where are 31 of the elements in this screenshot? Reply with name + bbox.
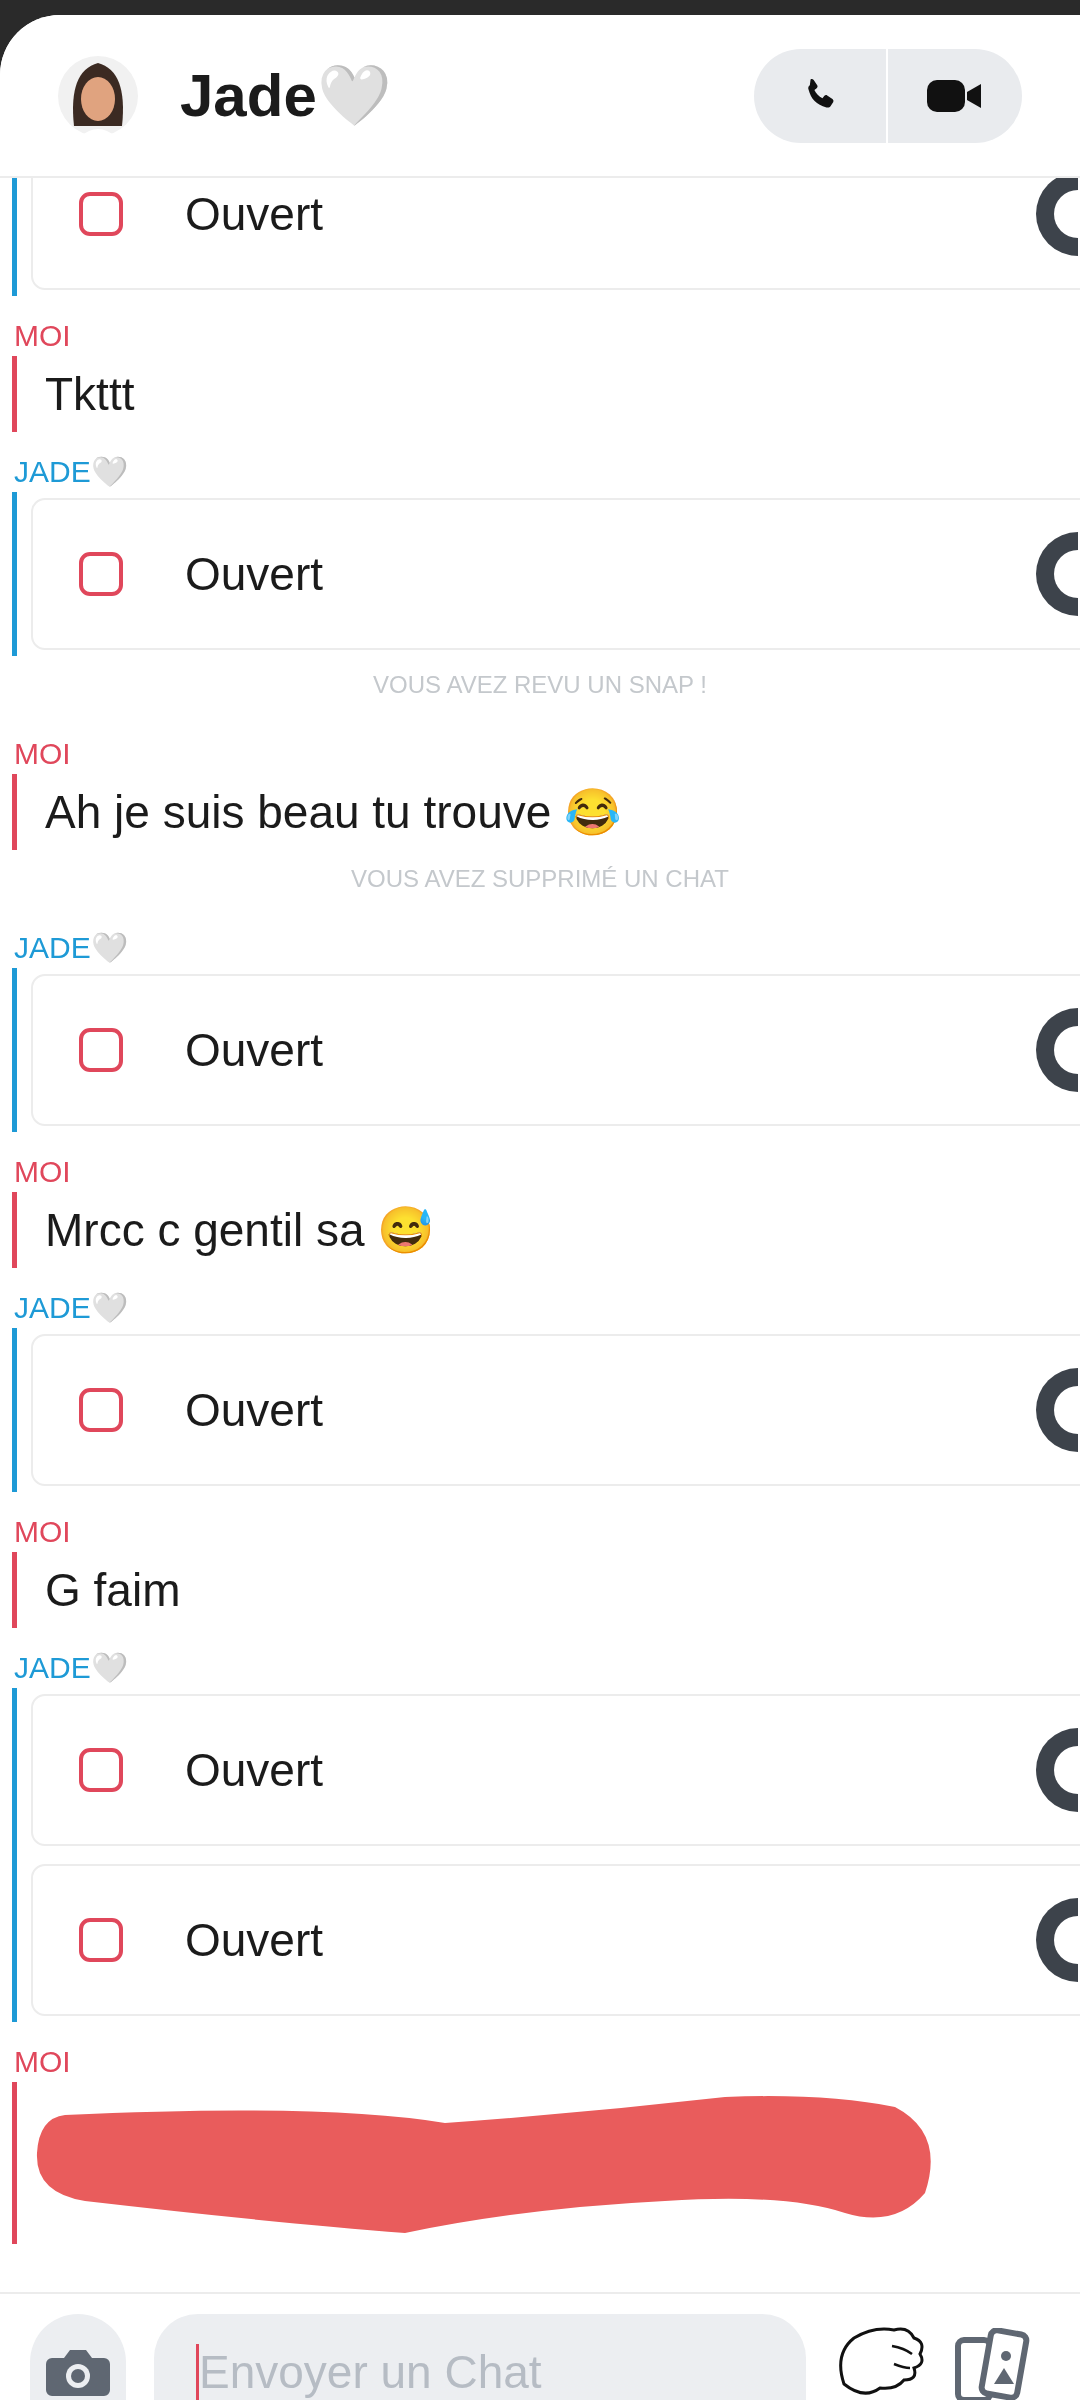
square-icon <box>79 1028 123 1072</box>
message-text: Ah je suis beau tu trouve 😂 <box>45 784 622 840</box>
cards-icon[interactable] <box>954 2328 1030 2400</box>
square-icon <box>79 1388 123 1432</box>
sender-label: MOI <box>14 1155 71 1188</box>
sender-label: JADE🤍 <box>14 1651 128 1684</box>
chat-notice: VOUS AVEZ REVU UN SNAP ! <box>373 670 707 700</box>
sender-label: MOI <box>14 737 71 770</box>
message-text: Mrcc c gentil sa 😅 <box>45 1202 435 1258</box>
camera-button[interactable] <box>30 2314 126 2400</box>
snap-card[interactable]: Ouvert <box>31 1694 1080 1846</box>
square-icon <box>79 552 123 596</box>
video-camera-icon <box>927 77 983 114</box>
sender-label: JADE🤍 <box>14 1291 128 1324</box>
square-icon <box>79 1748 123 1792</box>
sender-label: JADE🤍 <box>14 931 128 964</box>
snap-card[interactable]: Ouvert <box>31 178 1080 290</box>
square-icon <box>79 192 123 236</box>
sender-label: MOI <box>14 319 71 352</box>
square-icon <box>79 1918 123 1962</box>
snap-card[interactable]: Ouvert <box>31 1864 1080 2016</box>
sender-label: MOI <box>14 2045 71 2078</box>
snap-card[interactable]: Ouvert <box>31 1334 1080 1486</box>
sender-label: MOI <box>14 1515 71 1548</box>
contact-name[interactable]: Jade🤍 <box>180 50 392 141</box>
snap-card[interactable]: Ouvert <box>31 974 1080 1126</box>
snap-card[interactable]: Ouvert <box>31 498 1080 650</box>
message-text: Tkttt <box>45 366 135 422</box>
sender-label: JADE🤍 <box>14 455 128 488</box>
chat-notice: VOUS AVEZ SUPPRIMÉ UN CHAT <box>351 864 729 894</box>
message-text: G faim <box>45 1562 181 1618</box>
